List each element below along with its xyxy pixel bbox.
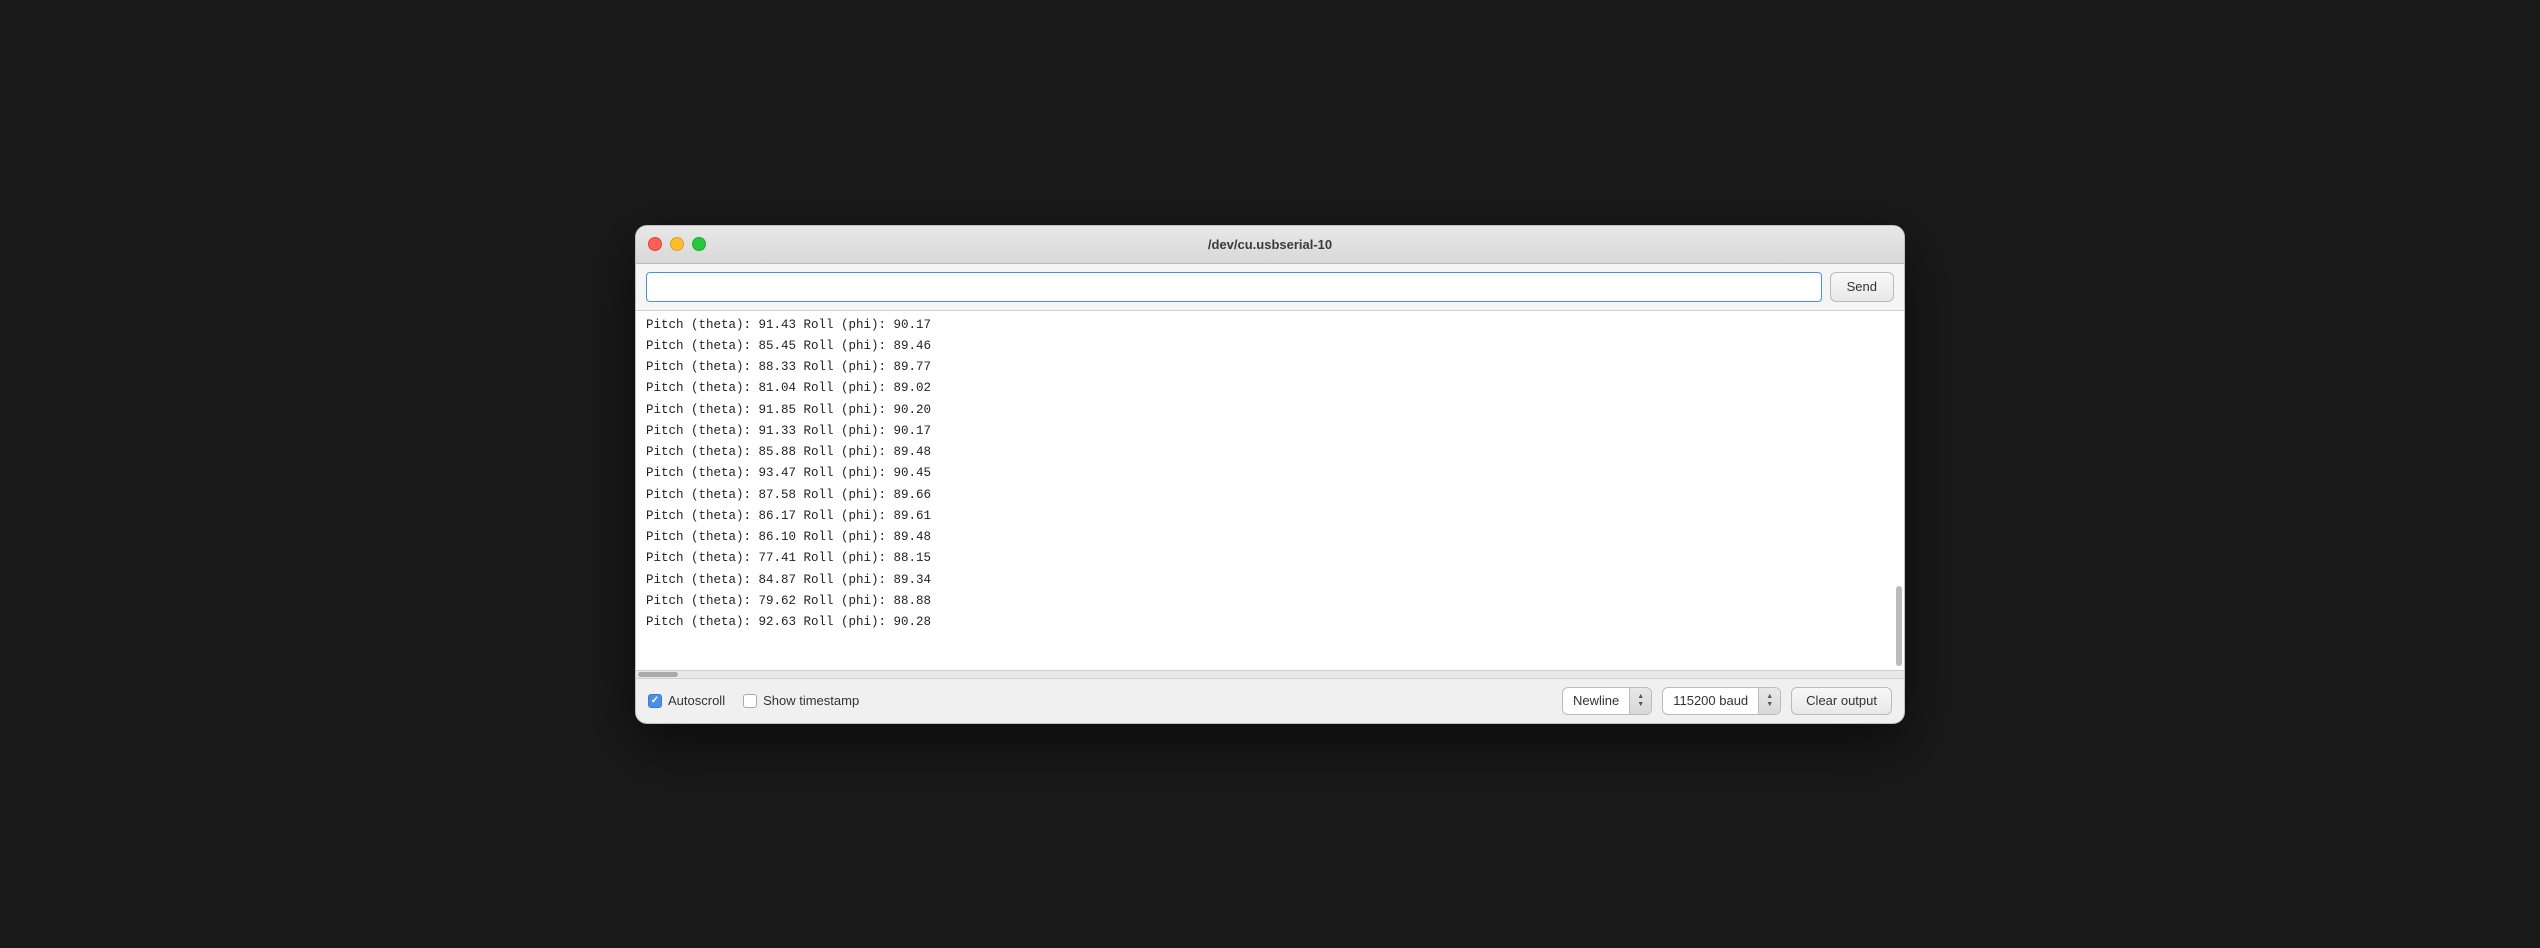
maximize-button[interactable]: [692, 237, 706, 251]
show-timestamp-text: Show timestamp: [763, 693, 859, 708]
send-button[interactable]: Send: [1830, 272, 1894, 302]
output-line: Pitch (theta): 88.33 Roll (phi): 89.77: [646, 357, 1894, 378]
statusbar-right: Newline ▲ ▼ 115200 baud ▲ ▼ Clear output: [1562, 687, 1892, 715]
clear-output-button[interactable]: Clear output: [1791, 687, 1892, 715]
scrollbar-thumb[interactable]: [1896, 586, 1902, 666]
minimize-button[interactable]: [670, 237, 684, 251]
statusbar-left: ✓ Autoscroll Show timestamp: [648, 693, 1562, 708]
output-line: Pitch (theta): 79.62 Roll (phi): 88.88: [646, 591, 1894, 612]
output-line: Pitch (theta): 86.10 Roll (phi): 89.48: [646, 527, 1894, 548]
traffic-lights: [648, 237, 706, 251]
output-lines-container: Pitch (theta): 91.43 Roll (phi): 90.17Pi…: [646, 315, 1894, 634]
output-line: Pitch (theta): 93.47 Roll (phi): 90.45: [646, 463, 1894, 484]
output-area[interactable]: Pitch (theta): 91.43 Roll (phi): 90.17Pi…: [636, 311, 1904, 671]
titlebar: /dev/cu.usbserial-10: [636, 226, 1904, 264]
baud-rate-label: 115200 baud: [1663, 693, 1758, 708]
window-title: /dev/cu.usbserial-10: [1208, 237, 1332, 252]
newline-select[interactable]: Newline ▲ ▼: [1562, 687, 1652, 715]
output-line: Pitch (theta): 91.33 Roll (phi): 90.17: [646, 421, 1894, 442]
statusbar: ✓ Autoscroll Show timestamp Newline ▲ ▼: [636, 679, 1904, 723]
send-input[interactable]: [646, 272, 1822, 302]
output-line: Pitch (theta): 91.85 Roll (phi): 90.20: [646, 400, 1894, 421]
newline-arrows[interactable]: ▲ ▼: [1629, 688, 1651, 714]
horizontal-scrollbar[interactable]: [636, 671, 1904, 679]
output-line: Pitch (theta): 84.87 Roll (phi): 89.34: [646, 570, 1894, 591]
main-window: /dev/cu.usbserial-10 Send Pitch (theta):…: [635, 225, 1905, 724]
show-timestamp-label[interactable]: Show timestamp: [743, 693, 859, 708]
output-line: Pitch (theta): 77.41 Roll (phi): 88.15: [646, 548, 1894, 569]
baud-arrow-down-icon: ▼: [1766, 701, 1773, 708]
baud-arrows[interactable]: ▲ ▼: [1758, 688, 1780, 714]
baud-arrow-up-icon: ▲: [1766, 693, 1773, 700]
check-icon: ✓: [651, 696, 659, 706]
autoscroll-label[interactable]: ✓ Autoscroll: [648, 693, 725, 708]
arrow-up-icon: ▲: [1637, 693, 1644, 700]
baud-rate-select[interactable]: 115200 baud ▲ ▼: [1662, 687, 1781, 715]
show-timestamp-checkbox[interactable]: [743, 694, 757, 708]
output-line: Pitch (theta): 87.58 Roll (phi): 89.66: [646, 485, 1894, 506]
arrow-down-icon: ▼: [1637, 701, 1644, 708]
scrollbar-x-thumb[interactable]: [638, 672, 678, 677]
output-line: Pitch (theta): 81.04 Roll (phi): 89.02: [646, 378, 1894, 399]
autoscroll-checkbox[interactable]: ✓: [648, 694, 662, 708]
toolbar: Send: [636, 264, 1904, 311]
vertical-scrollbar[interactable]: [1894, 315, 1902, 666]
newline-label: Newline: [1563, 693, 1629, 708]
autoscroll-text: Autoscroll: [668, 693, 725, 708]
output-line: Pitch (theta): 85.45 Roll (phi): 89.46: [646, 336, 1894, 357]
output-line: Pitch (theta): 92.63 Roll (phi): 90.28: [646, 612, 1894, 633]
output-line: Pitch (theta): 86.17 Roll (phi): 89.61: [646, 506, 1894, 527]
close-button[interactable]: [648, 237, 662, 251]
output-line: Pitch (theta): 91.43 Roll (phi): 90.17: [646, 315, 1894, 336]
output-line: Pitch (theta): 85.88 Roll (phi): 89.48: [646, 442, 1894, 463]
